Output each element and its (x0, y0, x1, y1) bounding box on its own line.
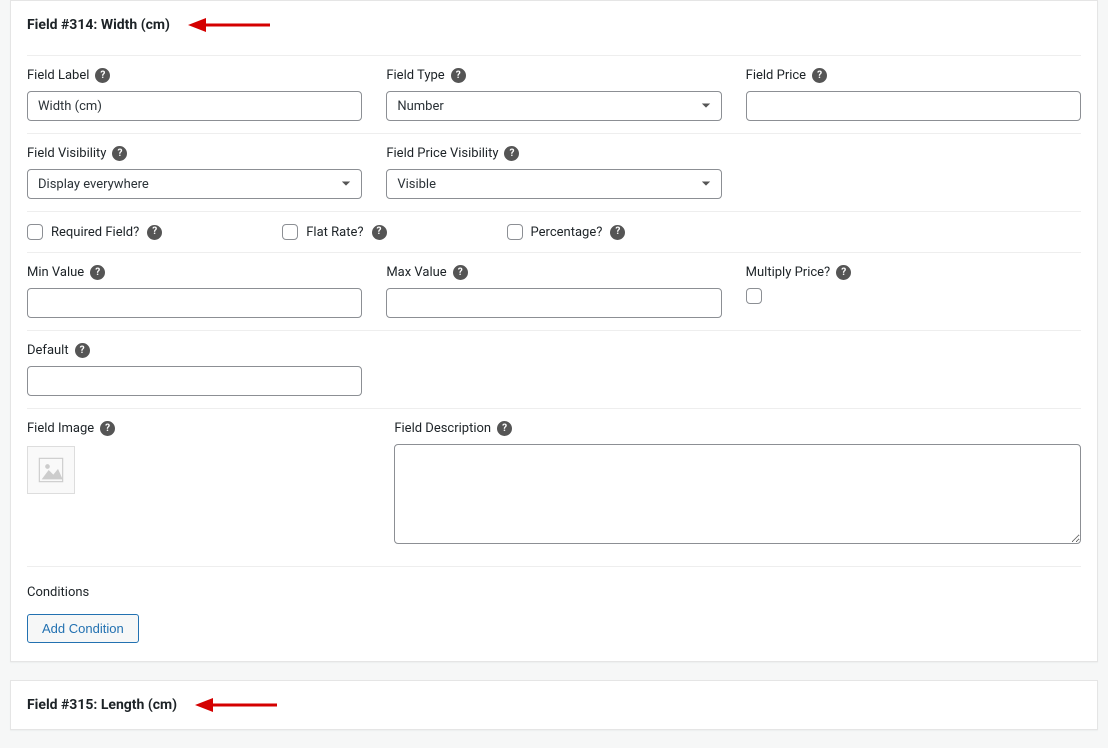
min-value-label: Min Value (27, 265, 84, 280)
default-input[interactable] (27, 366, 362, 396)
panel-body: Field Label ? Field Type ? Number (11, 55, 1097, 661)
multiply-price-label: Multiply Price? (746, 265, 831, 280)
help-icon[interactable]: ? (836, 265, 851, 280)
panel-header[interactable]: Field #315: Length (cm) (11, 681, 1097, 729)
default-label: Default (27, 343, 69, 358)
field-price-label: Field Price (746, 68, 806, 83)
flat-rate-label: Flat Rate? (306, 225, 363, 240)
help-icon[interactable]: ? (112, 146, 127, 161)
field-price-visibility-select[interactable]: Visible (386, 169, 721, 199)
field-panel-314: Field #314: Width (cm) Field Label ? (10, 0, 1098, 662)
help-icon[interactable]: ? (147, 225, 162, 240)
flat-rate-checkbox[interactable] (282, 224, 298, 240)
help-icon[interactable]: ? (75, 343, 90, 358)
help-icon[interactable]: ? (453, 265, 468, 280)
field-label-input[interactable] (27, 91, 362, 121)
field-price-input[interactable] (746, 91, 1081, 121)
image-icon (37, 456, 65, 484)
help-icon[interactable]: ? (451, 68, 466, 83)
field-visibility-select[interactable]: Display everywhere (27, 169, 362, 199)
panel-header[interactable]: Field #314: Width (cm) (11, 1, 1097, 49)
help-icon[interactable]: ? (497, 421, 512, 436)
field-image-placeholder[interactable] (27, 446, 75, 494)
percentage-label: Percentage? (531, 225, 603, 240)
multiply-price-checkbox[interactable] (746, 288, 762, 304)
annotation-arrow-icon (188, 15, 270, 35)
annotation-arrow-icon (195, 695, 277, 715)
help-icon[interactable]: ? (504, 146, 519, 161)
max-value-input[interactable] (386, 288, 721, 318)
add-condition-button[interactable]: Add Condition (27, 614, 139, 643)
panel-title: Field #315: Length (cm) (27, 697, 177, 713)
help-icon[interactable]: ? (610, 225, 625, 240)
field-description-textarea[interactable] (394, 444, 1081, 544)
percentage-checkbox[interactable] (507, 224, 523, 240)
field-description-label: Field Description (394, 421, 491, 436)
help-icon[interactable]: ? (812, 68, 827, 83)
field-label-label: Field Label (27, 68, 89, 83)
field-type-label: Field Type (386, 68, 444, 83)
field-image-label: Field Image (27, 421, 94, 436)
field-visibility-label: Field Visibility (27, 146, 106, 161)
field-type-select[interactable]: Number (386, 91, 721, 121)
panel-title: Field #314: Width (cm) (27, 17, 170, 33)
conditions-label: Conditions (27, 585, 1081, 600)
field-panel-315: Field #315: Length (cm) (10, 680, 1098, 730)
required-field-checkbox[interactable] (27, 224, 43, 240)
help-icon[interactable]: ? (100, 421, 115, 436)
max-value-label: Max Value (386, 265, 446, 280)
required-field-label: Required Field? (51, 225, 139, 240)
help-icon[interactable]: ? (95, 68, 110, 83)
field-price-visibility-label: Field Price Visibility (386, 146, 498, 161)
min-value-input[interactable] (27, 288, 362, 318)
help-icon[interactable]: ? (372, 225, 387, 240)
help-icon[interactable]: ? (90, 265, 105, 280)
